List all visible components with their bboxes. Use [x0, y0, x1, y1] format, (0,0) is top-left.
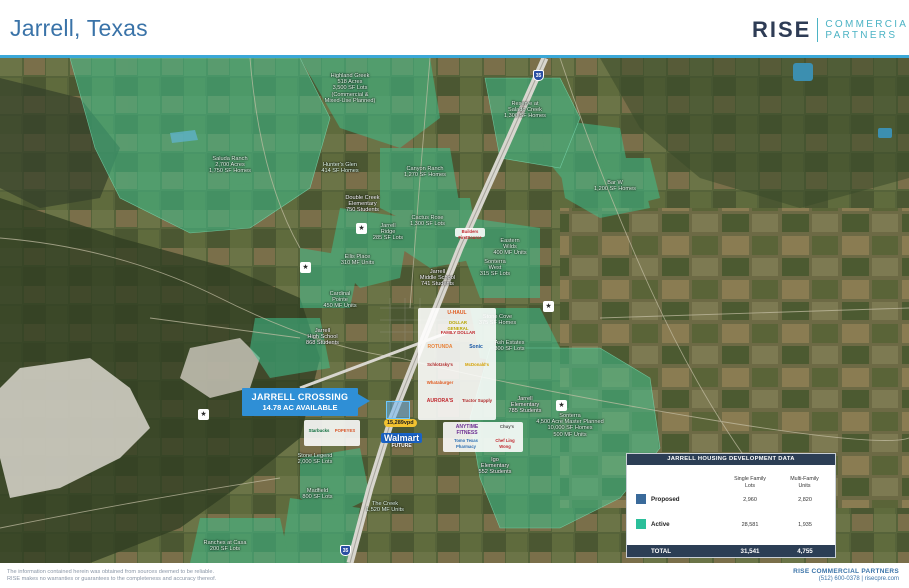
rise-logo: RISE COMMERCIAL PARTNERS: [752, 17, 909, 43]
tenant-cluster-a: U-HAUL DOLLAR GENERAL FAMILY DOLLAR ROTU…: [418, 308, 496, 420]
disclaimer-line-2: RISE makes no warranties or guarantees t…: [7, 576, 217, 582]
dev-label-ranches: Ranches at Casa 200 SF Lots: [203, 540, 247, 553]
dev-label-hunters: Hunter's Glen 414 SF Homes: [321, 162, 359, 175]
dev-label-the-creek: The Creek 1,520 MF Units: [366, 501, 404, 514]
page-footer: The information contained herein was obt…: [0, 563, 909, 588]
site-callout-subtitle: 14.78 AC AVAILABLE: [262, 403, 338, 412]
school-label-jarrell-high: Jarrell High School 868 Students: [306, 328, 339, 347]
active-mf-value: 1,935: [798, 522, 812, 528]
tenant-tomo-pharmacy: Tomo Texas Pharmacy: [454, 438, 478, 449]
tenant-tractor-supply: Tractor Supply: [461, 398, 493, 403]
dev-label-stone-legend: Stone Legend 2,000 SF Lots: [297, 453, 333, 466]
dev-label-bar: Bar W 1,200 SF Homes: [594, 180, 636, 193]
walmart-future-label: FUTURE: [391, 443, 412, 449]
logo-subtext: COMMERCIAL PARTNERS: [825, 19, 909, 41]
school-label-double-creek: Double Creek Elementary 750 Students: [345, 195, 380, 214]
footer-brand-name: RISE COMMERCIAL PARTNERS: [793, 568, 899, 575]
footer-contact: (512) 600-0378 | risecpre.com: [818, 576, 899, 582]
page-title: Jarrell, Texas: [10, 15, 148, 41]
tenant-chef-ling: Chef Ling Wong: [495, 438, 515, 449]
dev-label-saluda: Saluda Ranch 2,700 Acres 1,750 SF Homes: [209, 156, 251, 175]
site-callout-pointer: [358, 394, 370, 408]
dev-label-jarrell-ridge: Jarrell Ridge 285 SF Lots: [372, 223, 404, 242]
tenant-uhaul: U-HAUL: [447, 310, 467, 316]
school-icon: ★: [543, 301, 554, 312]
row-label-proposed: Proposed: [651, 496, 680, 503]
dev-label-cactus: Cactus Rose 1,300 SF Lots: [410, 215, 445, 228]
school-icon: ★: [198, 409, 209, 420]
dev-label-reserve: Reserve at Salado Creek 1,300 SF Homes: [504, 101, 546, 120]
footer-brand: RISE COMMERCIAL PARTNERS (512) 600-0378 …: [793, 568, 899, 582]
disclaimer-text: The information contained herein was obt…: [7, 569, 337, 583]
tenant-whataburger: Whataburger: [426, 380, 454, 385]
dev-label-cardinal: Cardinal Pointe 450 MF Units: [323, 291, 357, 310]
tenant-sonic: Sonic: [469, 344, 483, 350]
tenant-cluster-b: ANYTIME FITNESS Chef Ling Wong Tomo Texa…: [443, 422, 523, 452]
interstate-35-shield-south: 35: [340, 545, 351, 556]
dev-label-ellis: Ellis Place 310 MF Units: [340, 254, 375, 267]
row-label-active: Active: [651, 521, 670, 528]
site-callout: JARRELL CROSSING 14.78 AC AVAILABLE: [242, 388, 358, 416]
school-label-igo-elem: Igo Elementary 552 Students: [478, 457, 512, 476]
dev-label-highland: Highland Greek 518 Acres 3,500 SF Lots (…: [324, 73, 376, 104]
logo-wordmark: RISE: [752, 17, 812, 42]
tenant-cluster-c: Starbucks POPEYES: [304, 420, 360, 446]
logo-line-commercial: COMMERCIAL: [825, 19, 909, 30]
school-icon: ★: [356, 223, 367, 234]
total-sf-value: 31,541: [740, 548, 760, 555]
housing-table-title: JARRELL HOUSING DEVELOPMENT DATA: [627, 454, 835, 465]
page-header: Jarrell, Texas RISE COMMERCIAL PARTNERS: [0, 0, 909, 58]
tenant-schlotzskys: Schlotzsky's: [427, 362, 453, 367]
walmart-label: Walmart: [381, 433, 423, 443]
housing-data-table: JARRELL HOUSING DEVELOPMENT DATA Single …: [626, 453, 836, 558]
tenant-mcdonalds: McDonald's: [465, 362, 489, 367]
total-mf-value: 4,755: [797, 548, 813, 555]
dev-label-sonterra: Sonterra 4,500 Acre Master Planned 10,00…: [536, 413, 604, 438]
school-label-jarrell-elem: Jarrell Elementary 785 Students: [508, 396, 542, 415]
tenant-walmart: Walmart FUTURE: [381, 433, 423, 449]
tenant-builders: Builders FirstSource: [455, 228, 485, 240]
tenant-builders-label: Builders FirstSource: [458, 229, 482, 240]
col-header-multi-family: Multi-Family Units: [790, 476, 819, 489]
active-sf-value: 28,581: [741, 522, 759, 528]
school-icon: ★: [300, 262, 311, 273]
disclaimer-line-1: The information contained herein was obt…: [7, 569, 215, 575]
tenant-chuys: Chuy's: [499, 424, 515, 429]
dev-label-sonterra-west: Sonterra West 315 SF Lots: [479, 259, 511, 278]
logo-divider: [817, 18, 819, 42]
subject-site-parcel: [386, 401, 410, 419]
dev-label-canyon: Canyon Ranch 1,270 SF Homes: [404, 166, 446, 179]
school-label-jarrell-middle: Jarrell Middle School 741 Students: [419, 269, 456, 288]
proposed-sf-value: 2,960: [743, 497, 757, 503]
tenant-starbucks: Starbucks: [308, 428, 330, 433]
proposed-swatch: [636, 494, 646, 504]
site-callout-title: JARRELL CROSSING: [251, 392, 349, 402]
dev-label-madfield: Madfield 800 SF Lots: [302, 488, 333, 501]
tenant-rotunda: ROTUNDA: [427, 344, 453, 350]
active-swatch: [636, 519, 646, 529]
total-label: TOTAL: [651, 548, 672, 555]
interstate-35-shield: 35: [533, 70, 544, 81]
housing-table-total-row: TOTAL 31,541 4,755: [627, 545, 835, 557]
tenant-popeyes: POPEYES: [334, 428, 356, 433]
tenant-anytime-fitness: ANYTIME FITNESS: [455, 424, 479, 436]
proposed-mf-value: 2,820: [798, 497, 812, 503]
school-icon: ★: [556, 400, 567, 411]
traffic-count-badge: 15,289vpd: [384, 419, 417, 427]
tenant-family-dollar: FAMILY DOLLAR: [440, 330, 476, 335]
logo-line-partners: PARTNERS: [825, 30, 898, 41]
col-header-single-family: Single Family Lots: [734, 476, 766, 489]
dev-label-eastern: Eastern Wilds 400 MF Units: [493, 238, 527, 257]
tenant-auroras: AURORA'S: [426, 398, 454, 404]
